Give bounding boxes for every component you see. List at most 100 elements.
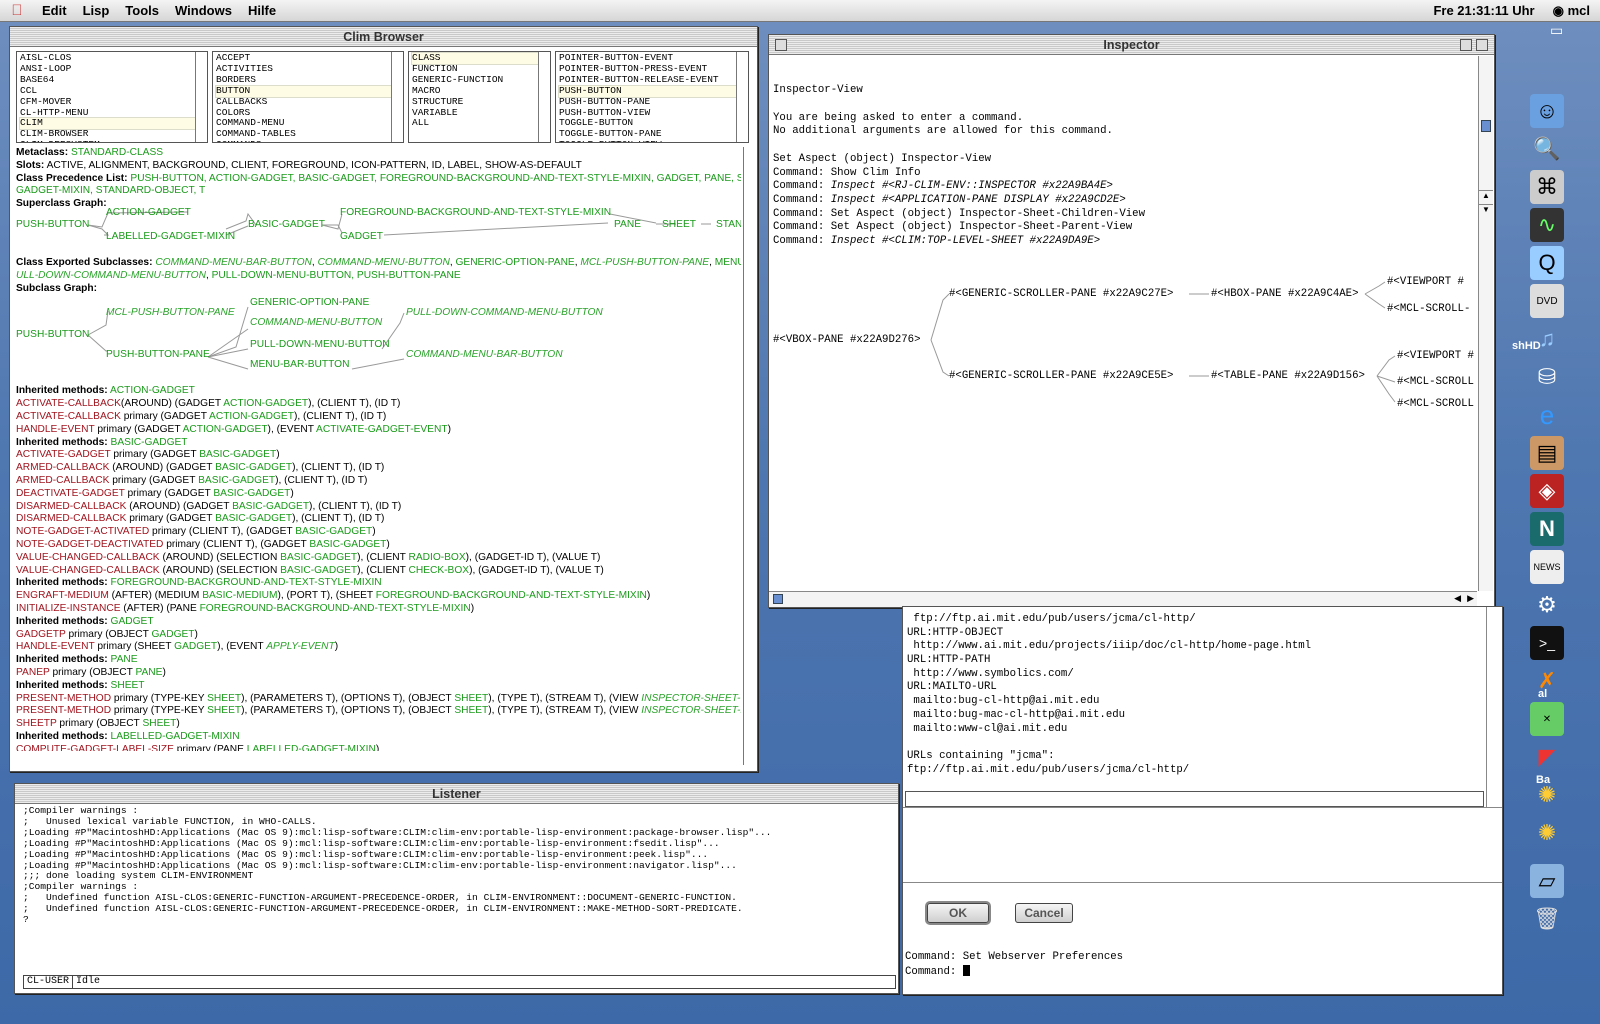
- list-item[interactable]: CALLBACKS: [216, 96, 400, 108]
- specializer-class[interactable]: BASIC-GADGET: [280, 552, 357, 563]
- super-node-standard[interactable]: STAN: [716, 219, 741, 232]
- application-menu[interactable]: ◉ mcl: [1549, 3, 1600, 19]
- method-name[interactable]: NOTE-GADGET-DEACTIVATED: [16, 539, 163, 550]
- specializer-class-2[interactable]: ACTIVATE-GADGET-EVENT: [316, 424, 448, 435]
- specializer-class[interactable]: BASIC-GADGET: [295, 526, 372, 537]
- menu-windows[interactable]: Windows: [167, 3, 240, 18]
- trash-icon[interactable]: 🗑: [1530, 902, 1564, 936]
- menu-edit[interactable]: Edit: [34, 3, 75, 18]
- graph-node-hbox-pane[interactable]: #<HBOX-PANE #x22A9C4AE>: [1211, 288, 1359, 302]
- sub-node-pull-down-menu-button[interactable]: PULL-DOWN-MENU-BUTTON: [250, 339, 390, 352]
- terminal-icon[interactable]: >_: [1530, 626, 1564, 660]
- method-name[interactable]: ACTIVATE-CALLBACK: [16, 411, 121, 422]
- toolbox-icon[interactable]: ✕: [1530, 702, 1564, 736]
- metaclass-value[interactable]: STANDARD-CLASS: [71, 147, 163, 158]
- menubar-clock[interactable]: Fre 21:31:11 Uhr: [1419, 3, 1548, 18]
- specializer-class[interactable]: SHEET: [207, 705, 241, 716]
- listener-package[interactable]: CL-USER: [24, 976, 74, 988]
- super-node-gadget[interactable]: GADGET: [340, 231, 383, 244]
- super-node-labelled-gadget-mixin[interactable]: LABELLED-GADGET-MIXIN: [106, 231, 235, 244]
- specializer-class[interactable]: BASIC-GADGET: [198, 475, 275, 486]
- method-class[interactable]: SHEET: [111, 680, 145, 691]
- specializer-class-2[interactable]: APPLY-EVENT: [266, 641, 335, 652]
- method-name[interactable]: PRESENT-METHOD: [16, 705, 111, 716]
- sub-node-command-menu-bar-button[interactable]: COMMAND-MENU-BAR-BUTTON: [406, 349, 563, 362]
- cancel-button[interactable]: Cancel: [1015, 903, 1073, 923]
- specializer-class[interactable]: SHEET: [207, 693, 241, 704]
- method-name[interactable]: HANDLE-EVENT: [16, 424, 95, 435]
- specializer-class[interactable]: BASIC-GADGET: [215, 462, 292, 473]
- method-name[interactable]: DISARMED-CALLBACK: [16, 513, 126, 524]
- specializer-class[interactable]: BASIC-GADGET: [232, 501, 309, 512]
- super-node-action-gadget[interactable]: ACTION-GADGET: [106, 207, 191, 220]
- sub-node-pull-down-command-menu-button[interactable]: PULL-DOWN-COMMAND-MENU-BUTTON: [406, 307, 603, 320]
- method-class[interactable]: LABELLED-GADGET-MIXIN: [111, 731, 240, 742]
- method-name[interactable]: DEACTIVATE-GADGET: [16, 488, 125, 499]
- method-name[interactable]: ACTIVATE-CALLBACK: [16, 398, 121, 409]
- settings-icon[interactable]: ⚙: [1530, 588, 1564, 622]
- listener-output[interactable]: ;Compiler warnings :; Unused lexical var…: [23, 806, 896, 971]
- list-item[interactable]: PUSH-BUTTON-PANE: [559, 96, 745, 108]
- listener-titlebar[interactable]: Listener: [15, 784, 898, 804]
- method-name[interactable]: VALUE-CHANGED-CALLBACK: [16, 552, 160, 563]
- method-name[interactable]: PRESENT-METHOD: [16, 693, 111, 704]
- method-class[interactable]: ACTION-GADGET: [110, 385, 195, 396]
- news-icon[interactable]: NEWS: [1530, 550, 1564, 584]
- collapse-box-icon[interactable]: [1476, 39, 1488, 51]
- method-name[interactable]: SHEETP: [16, 718, 57, 729]
- scroll-right-arrow-icon[interactable]: ▶: [1467, 593, 1474, 604]
- transcript-inspect[interactable]: Inspect #<CLIM:TOP-LEVEL-SHEET #x22A9DA9…: [831, 235, 1100, 247]
- super-node-sheet[interactable]: SHEET: [662, 219, 696, 232]
- address-book-icon[interactable]: ▤: [1530, 436, 1564, 470]
- folder-icon[interactable]: ▱: [1530, 864, 1564, 898]
- graph-node-mcl-scroll-c[interactable]: #<MCL-SCROLL: [1397, 398, 1474, 412]
- view-class[interactable]: INSPECTOR-SHEET-PAREN: [641, 705, 741, 716]
- symbol-list[interactable]: POINTER-BUTTON-EVENT POINTER-BUTTON-PRESS…: [555, 51, 749, 143]
- url-line[interactable]: mailto:bug-mac-cl-http@ai.mit.edu: [907, 709, 1484, 723]
- sherlock-icon[interactable]: 🔍: [1530, 132, 1564, 166]
- super-node-push-button[interactable]: PUSH-BUTTON: [16, 219, 89, 232]
- pdf-icon[interactable]: ◤: [1530, 740, 1564, 774]
- url-line[interactable]: mailto:www-cl@ai.mit.edu: [907, 723, 1484, 737]
- specializer-class[interactable]: BASIC-GADGET: [215, 513, 292, 524]
- inspector-vertical-scrollbar[interactable]: ▲ ▼: [1478, 56, 1493, 591]
- ok-button[interactable]: OK: [927, 903, 989, 923]
- clim-browser-scrollbar[interactable]: [743, 147, 757, 765]
- inspector-horizontal-scrollbar[interactable]: ◀ ▶: [769, 591, 1477, 607]
- transcript-inspect[interactable]: Inspect #<RJ-CLIM-ENV::INSPECTOR #x22A9B…: [831, 180, 1113, 192]
- quicktime-icon[interactable]: Q: [1530, 246, 1564, 280]
- sub-node-mcl-push-button-pane[interactable]: MCL-PUSH-BUTTON-PANE: [106, 307, 235, 320]
- url-line[interactable]: ftp://ftp.ai.mit.edu/pub/users/jcma/cl-h…: [907, 764, 1484, 778]
- dvd-player-icon[interactable]: DVD: [1530, 284, 1564, 318]
- list-item[interactable]: CCL: [20, 85, 204, 97]
- sub-node-push-button-pane[interactable]: PUSH-BUTTON-PANE: [106, 349, 210, 362]
- finder-icon[interactable]: ☺: [1530, 94, 1564, 128]
- scroll-down-arrow-icon[interactable]: ▼: [1479, 204, 1493, 218]
- method-name[interactable]: ARMED-CALLBACK: [16, 475, 109, 486]
- list-item[interactable]: BUTTON: [215, 84, 401, 98]
- exp-subclass-6[interactable]: ULL-DOWN-COMMAND-MENU-BUTTON: [16, 270, 206, 281]
- inspector-hscroll-thumb[interactable]: [773, 594, 783, 604]
- tree-icon-2[interactable]: ✺: [1530, 816, 1564, 850]
- apple-menu-icon[interactable]: : [0, 2, 34, 19]
- list-item[interactable]: PUSH-BUTTON: [558, 84, 746, 98]
- method-name[interactable]: NOTE-GADGET-ACTIVATED: [16, 526, 149, 537]
- apple-system-icon[interactable]: ⌘: [1530, 170, 1564, 204]
- method-name[interactable]: ACTIVATE-GADGET: [16, 449, 111, 460]
- desktop-label-3[interactable]: Ba: [1536, 774, 1550, 786]
- method-name[interactable]: PANEP: [16, 667, 50, 678]
- graph-node-table-pane[interactable]: #<TABLE-PANE #x22A9D156>: [1211, 370, 1365, 384]
- specializer-class[interactable]: GADGET: [174, 641, 217, 652]
- package-list-scrollbar[interactable]: [195, 52, 207, 142]
- specializer-class[interactable]: PANE: [135, 667, 162, 678]
- method-name[interactable]: INITIALIZE-INSTANCE: [16, 603, 121, 614]
- netscape-icon[interactable]: N: [1530, 512, 1564, 546]
- menu-hilfe[interactable]: Hilfe: [240, 3, 284, 18]
- method-class[interactable]: BASIC-GADGET: [111, 437, 188, 448]
- cpl-value-cont[interactable]: GADGET-MIXIN, STANDARD-OBJECT, T: [16, 185, 741, 198]
- url-listing-scrollbar[interactable]: [1486, 607, 1502, 807]
- specializer-class-2[interactable]: RADIO-BOX: [408, 552, 465, 563]
- inspector-scroll-thumb[interactable]: [1481, 120, 1491, 132]
- exp-subclass-3[interactable]: GENERIC-OPTION-PANE: [455, 257, 574, 268]
- method-class[interactable]: PANE: [111, 654, 138, 665]
